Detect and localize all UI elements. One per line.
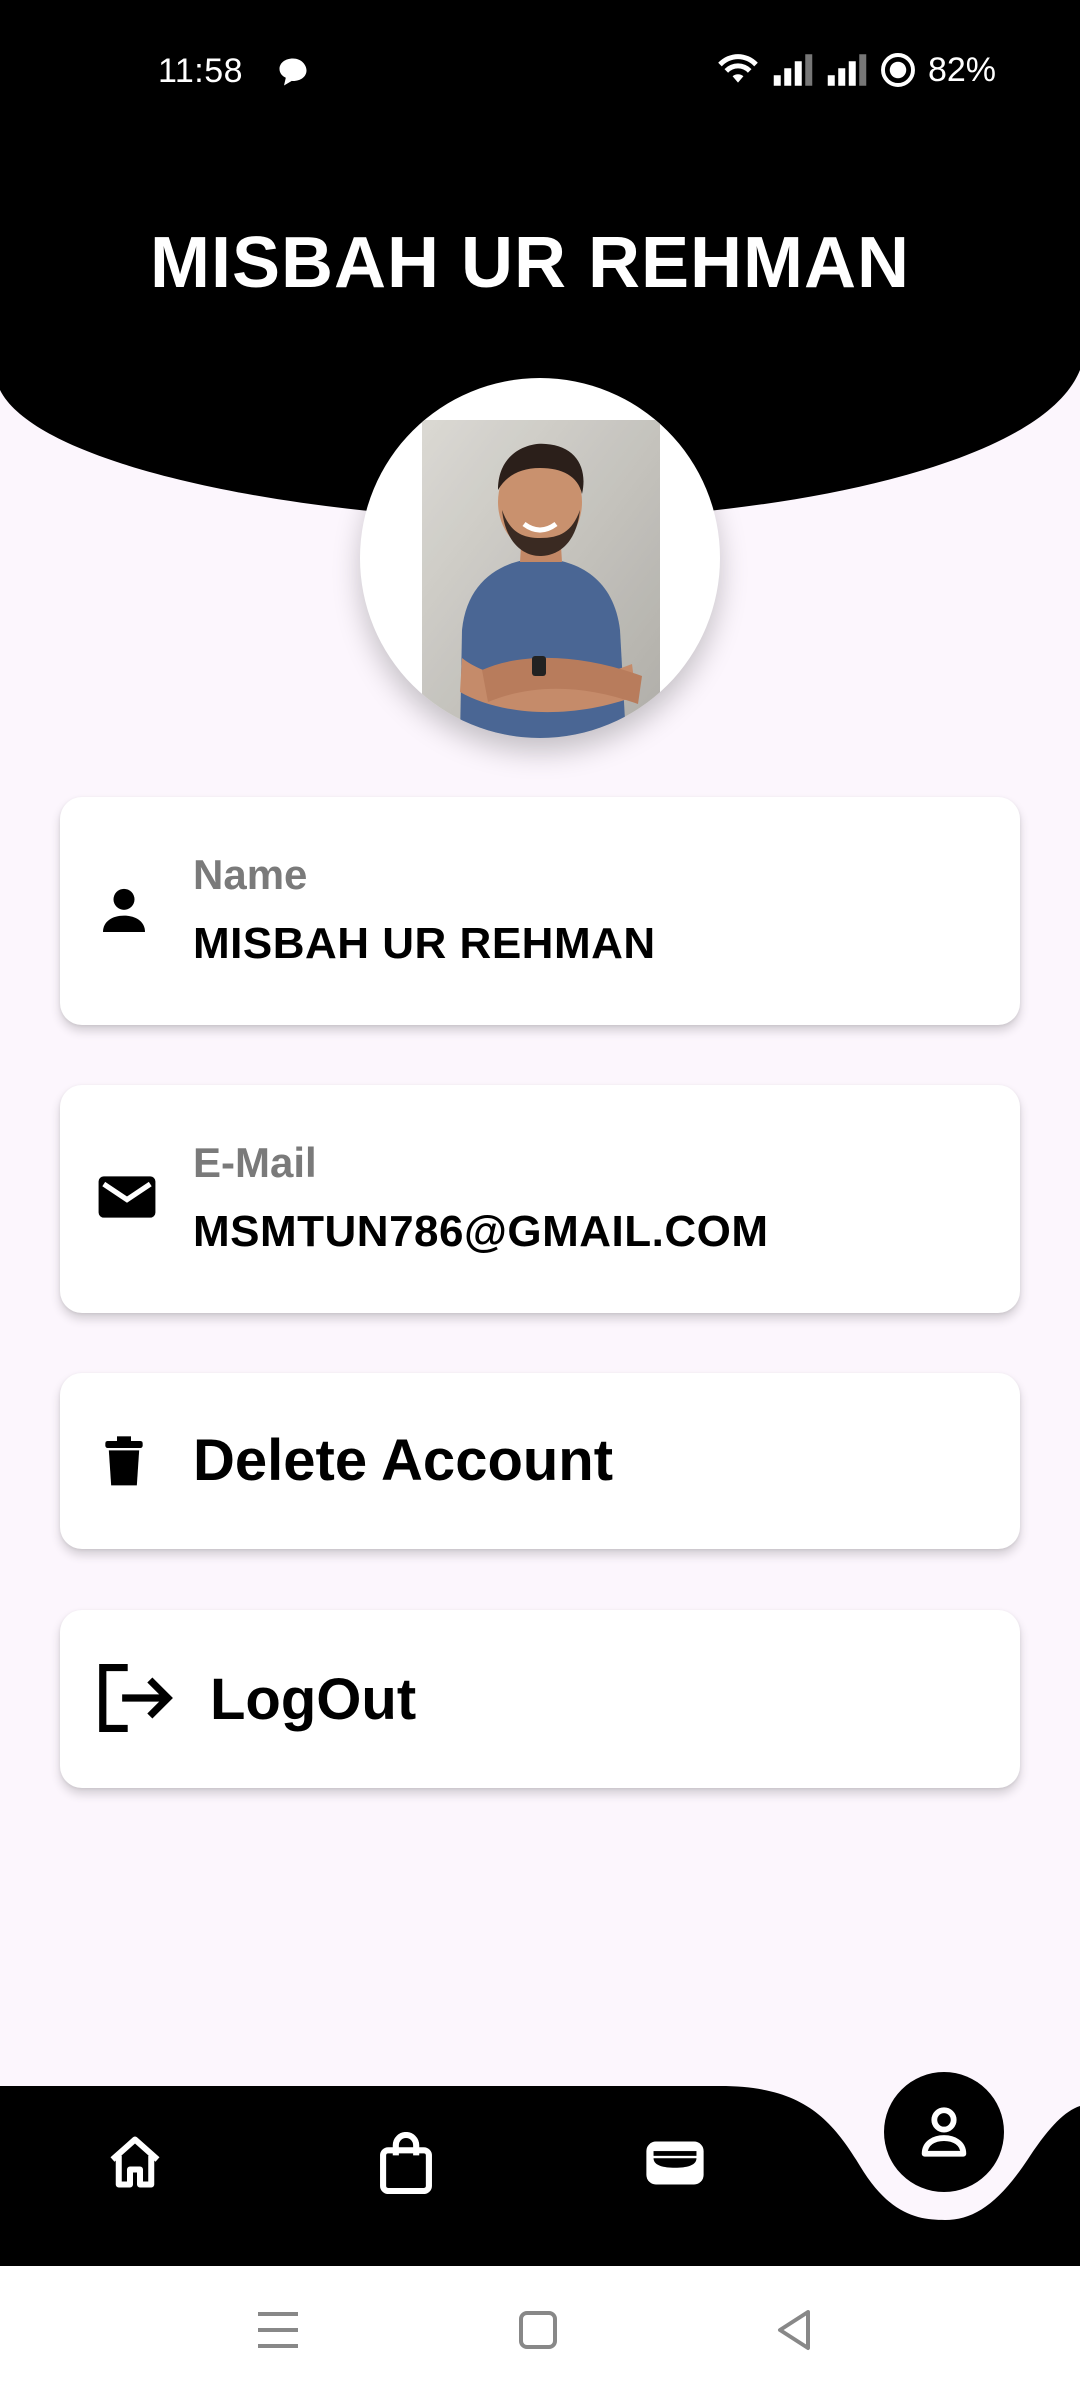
signal-2-icon	[827, 54, 867, 86]
back-icon[interactable]	[774, 2308, 814, 2352]
profile-icon	[921, 2107, 967, 2157]
email-label: E-Mail	[193, 1139, 317, 1186]
logout-icon	[99, 1663, 173, 1733]
menu-icon[interactable]	[258, 2308, 298, 2352]
chat-notification-icon	[279, 58, 307, 86]
page-title: MISBAH UR REHMAN	[150, 223, 910, 303]
name-label: Name	[193, 851, 308, 898]
status-bar: 11:58 82%	[0, 0, 1080, 150]
logout-label: LogOut	[210, 1667, 417, 1732]
mail-icon	[98, 1176, 156, 1218]
status-time: 11:58	[158, 52, 244, 90]
email-value: MSMTUN786@GMAIL.COM	[193, 1207, 769, 1256]
profile-nav-button[interactable]	[884, 2072, 1004, 2192]
status-icons: 82%	[716, 50, 996, 90]
wifi-icon	[718, 54, 758, 83]
name-value: MISBAH UR REHMAN	[193, 919, 656, 968]
delete-account-label: Delete Account	[193, 1428, 614, 1493]
profile-photo	[422, 420, 660, 738]
shopping-bag-icon[interactable]	[378, 2132, 434, 2194]
wallet-icon[interactable]	[644, 2138, 706, 2188]
person-icon	[103, 888, 145, 932]
email-card[interactable]: E-Mail MSMTUN786@GMAIL.COM	[60, 1085, 1020, 1313]
home-square-icon[interactable]	[518, 2308, 558, 2352]
logout-button[interactable]: LogOut	[60, 1610, 1020, 1788]
delete-account-button[interactable]: Delete Account	[60, 1373, 1020, 1549]
name-card[interactable]: Name MISBAH UR REHMAN	[60, 797, 1020, 1025]
trash-icon	[105, 1436, 143, 1486]
avatar[interactable]	[360, 378, 720, 738]
battery-icon	[880, 53, 915, 87]
system-nav-bar	[0, 2266, 1080, 2400]
battery-percent: 82%	[927, 50, 996, 89]
home-icon[interactable]	[104, 2132, 166, 2192]
signal-icon	[773, 54, 813, 86]
